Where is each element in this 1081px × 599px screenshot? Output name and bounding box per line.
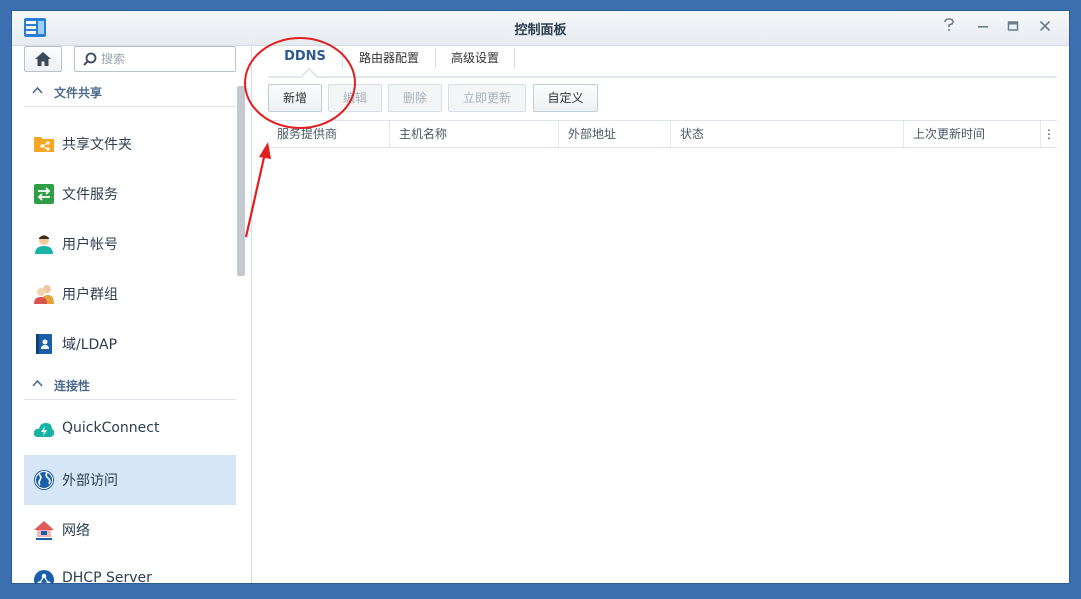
- column-header-last-update[interactable]: 上次更新时间: [904, 121, 1041, 147]
- tab-divider: [514, 48, 515, 68]
- sidebar-item-label: DHCP Server: [62, 570, 152, 583]
- tab-bar: DDNS 路由器配置 高级设置: [268, 46, 1057, 85]
- network-icon: [34, 521, 54, 540]
- sidebar-item-network[interactable]: 网络: [24, 505, 236, 555]
- window-title: 控制面板: [514, 23, 567, 38]
- add-button[interactable]: 新增: [268, 84, 322, 112]
- update-now-button[interactable]: 立即更新: [448, 84, 526, 112]
- sidebar-item-label: 域/LDAP: [62, 337, 118, 353]
- file-services-icon: [34, 184, 54, 204]
- sidebar-item-file-services[interactable]: 文件服务: [24, 169, 236, 219]
- tab-router-config[interactable]: 路由器配置: [343, 49, 435, 69]
- section-header-connectivity[interactable]: 连接性: [24, 370, 236, 400]
- sidebar-item-label: 共享文件夹: [62, 137, 132, 153]
- close-icon[interactable]: [1034, 17, 1056, 39]
- column-header-external-address[interactable]: 外部地址: [559, 121, 671, 147]
- sidebar-item-user-groups[interactable]: 用户群组: [24, 269, 236, 319]
- sidebar-item-shared-folder[interactable]: 共享文件夹: [24, 119, 236, 169]
- active-tab-indicator: [300, 67, 318, 85]
- minimize-icon[interactable]: [972, 17, 994, 39]
- edit-button[interactable]: 编辑: [328, 84, 382, 112]
- search-input[interactable]: [101, 50, 229, 68]
- title-bar[interactable]: 控制面板: [12, 11, 1069, 46]
- quickconnect-icon: [33, 423, 55, 437]
- home-button[interactable]: [24, 46, 62, 72]
- chevron-up-icon: [32, 86, 43, 94]
- sidebar-item-label: 文件服务: [62, 187, 118, 203]
- sidebar-item-dhcp-server[interactable]: DHCP Server: [24, 555, 236, 583]
- sidebar: 文件共享 共享文件夹 文件服务 用户帐号: [12, 46, 252, 583]
- sidebar-item-label: 外部访问: [62, 473, 118, 489]
- user-icon: [35, 235, 53, 254]
- sidebar-item-label: QuickConnect: [62, 420, 160, 436]
- domain-ldap-icon: [36, 334, 52, 354]
- sidebar-item-external-access[interactable]: 外部访问: [24, 455, 236, 505]
- control-panel-window: 控制面板 文件共享: [12, 11, 1069, 583]
- maximize-icon[interactable]: [1002, 17, 1024, 39]
- main-panel: DDNS 路由器配置 高级设置 新增 编辑 删除 立即更新 自定义 服务提供商 …: [252, 46, 1069, 583]
- dhcp-server-icon: [34, 570, 54, 583]
- section-header-file-sharing[interactable]: 文件共享: [24, 77, 236, 107]
- column-header-provider[interactable]: 服务提供商: [268, 121, 390, 147]
- sidebar-item-label: 网络: [62, 523, 90, 539]
- home-icon: [35, 52, 51, 66]
- sidebar-item-label: 用户群组: [62, 287, 118, 303]
- sidebar-item-label: 用户帐号: [62, 237, 118, 253]
- sidebar-scrollbar[interactable]: [237, 86, 245, 276]
- section-title: 连接性: [54, 379, 91, 393]
- help-icon[interactable]: [938, 17, 960, 39]
- shared-folder-icon: [34, 137, 54, 152]
- section-title: 文件共享: [54, 86, 103, 100]
- external-access-icon: [34, 470, 54, 490]
- search-field[interactable]: [74, 46, 236, 72]
- ddns-table-body: [268, 148, 1057, 578]
- sidebar-item-domain-ldap[interactable]: 域/LDAP: [24, 319, 236, 369]
- sidebar-item-user-accounts[interactable]: 用户帐号: [24, 219, 236, 269]
- tab-advanced-settings[interactable]: 高级设置: [436, 49, 514, 69]
- delete-button[interactable]: 删除: [388, 84, 442, 112]
- search-icon: [83, 52, 97, 66]
- column-header-status[interactable]: 状态: [671, 121, 904, 147]
- column-menu-icon[interactable]: ⋮: [1041, 121, 1057, 147]
- tab-ddns[interactable]: DDNS: [268, 49, 342, 69]
- customize-button[interactable]: 自定义: [533, 84, 598, 112]
- ddns-table-header: 服务提供商 主机名称 外部地址 状态 上次更新时间 ⋮: [268, 120, 1057, 148]
- column-header-hostname[interactable]: 主机名称: [390, 121, 559, 147]
- group-icon: [34, 285, 54, 304]
- chevron-up-icon: [32, 379, 43, 387]
- sidebar-item-quickconnect[interactable]: QuickConnect: [24, 405, 236, 455]
